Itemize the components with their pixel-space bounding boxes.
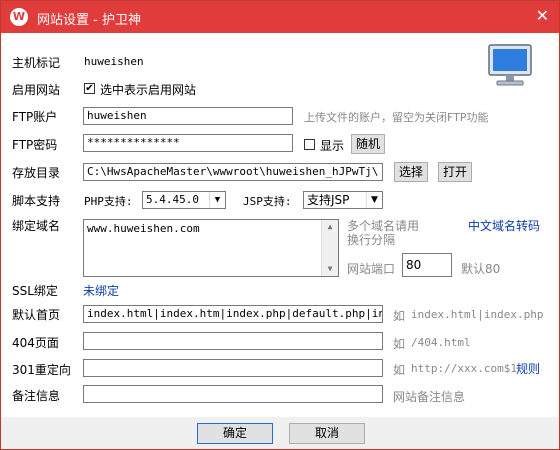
- dialog-footer: 确定 取消: [1, 417, 559, 449]
- jsp-select[interactable]: 支持JSP ▼: [303, 191, 383, 209]
- scroll-down-icon[interactable]: ▼: [322, 262, 338, 276]
- page404-input[interactable]: [83, 332, 383, 350]
- settings-form: 主机标记 huweishen 启用网站 ✔ 选中表示启用网站 FTP账户 huw…: [1, 33, 559, 417]
- index-input[interactable]: index.html|index.htm|index.php|default.p…: [83, 305, 383, 323]
- scroll-up-icon[interactable]: ▲: [322, 220, 338, 234]
- ftp-account-hint: 上传文件的账户，留空为关闭FTP功能: [304, 111, 489, 124]
- window-title: 网站设置 - 护卫神: [37, 13, 141, 28]
- page404-label: 404页面: [12, 336, 59, 350]
- chevron-down-icon: ▼: [366, 192, 382, 208]
- ssl-bind-link[interactable]: 未绑定: [83, 282, 119, 299]
- enable-label: 启用网站: [12, 83, 61, 97]
- open-dir-button[interactable]: 打开: [438, 162, 472, 182]
- enable-checkbox[interactable]: ✔: [84, 83, 95, 94]
- page404-hint-value: /404.html: [411, 336, 471, 349]
- ftp-account-label: FTP账户: [12, 110, 58, 124]
- host-label: 主机标记: [12, 56, 61, 70]
- host-value: huweishen: [84, 55, 144, 68]
- redirect-rule-link[interactable]: 规则: [516, 360, 540, 377]
- monitor-icon: [488, 44, 532, 86]
- ssl-label: SSL绑定: [12, 284, 58, 298]
- page404-hint-prefix: 如: [393, 337, 406, 351]
- show-password-checkbox[interactable]: [304, 139, 315, 150]
- php-label: PHP支持:: [84, 195, 133, 208]
- redirect-hint-value: http://xxx.com$1: [411, 362, 517, 375]
- ok-button[interactable]: 确定: [197, 423, 273, 444]
- redirect-hint-prefix: 如: [393, 363, 406, 377]
- port-input[interactable]: 80: [402, 253, 452, 277]
- domain-value: www.huweishen.com: [87, 222, 200, 235]
- note-hint: 网站备注信息: [393, 390, 466, 404]
- enable-check-text: 选中表示启用网站: [100, 83, 197, 97]
- random-password-button[interactable]: 随机: [351, 134, 385, 154]
- index-hint-prefix: 如: [393, 309, 406, 323]
- note-input[interactable]: [83, 385, 383, 403]
- dir-label: 存放目录: [12, 166, 61, 180]
- app-logo-icon: W: [10, 8, 28, 26]
- note-label: 备注信息: [12, 389, 61, 403]
- ftp-account-input[interactable]: huweishen: [83, 107, 293, 125]
- port-default: 默认80: [461, 262, 501, 276]
- show-password-label: 显示: [320, 139, 345, 153]
- domain-convert-link[interactable]: 中文域名转码: [468, 217, 540, 234]
- php-version-value: 5.4.45.0: [146, 193, 199, 206]
- jsp-label: JSP支持:: [243, 195, 292, 208]
- ftp-password-input[interactable]: **************: [83, 134, 293, 152]
- jsp-value: 支持JSP: [307, 193, 350, 207]
- domain-label: 绑定域名: [12, 219, 61, 233]
- redirect-label: 301重定向: [12, 363, 71, 377]
- index-label: 默认首页: [12, 308, 61, 322]
- php-version-select[interactable]: 5.4.45.0 ▼: [142, 191, 226, 209]
- chevron-down-icon: ▼: [209, 192, 225, 208]
- dir-input[interactable]: C:\HwsApacheMaster\wwwroot\huweishen_hJP…: [83, 163, 383, 181]
- index-hint-value: index.html|index.php: [411, 308, 544, 321]
- cancel-button[interactable]: 取消: [289, 423, 365, 444]
- ftp-password-label: FTP密码: [12, 138, 58, 152]
- script-label: 脚本支持: [12, 194, 61, 208]
- domain-scrollbar[interactable]: ▲ ▼: [321, 220, 338, 276]
- dialog-window: W 网站设置 - 护卫神 ✕ 主机标记 huweishen 启用网站 ✔ 选中表…: [0, 0, 560, 450]
- title-bar: W 网站设置 - 护卫神 ✕: [1, 1, 559, 33]
- redirect-input[interactable]: [83, 359, 383, 377]
- select-dir-button[interactable]: 选择: [394, 162, 428, 182]
- domain-hint-line2: 换行分隔: [347, 233, 396, 247]
- port-label: 网站端口: [347, 262, 396, 276]
- domain-textarea[interactable]: www.huweishen.com ▲ ▼: [83, 219, 339, 277]
- close-icon[interactable]: ✕: [536, 7, 549, 25]
